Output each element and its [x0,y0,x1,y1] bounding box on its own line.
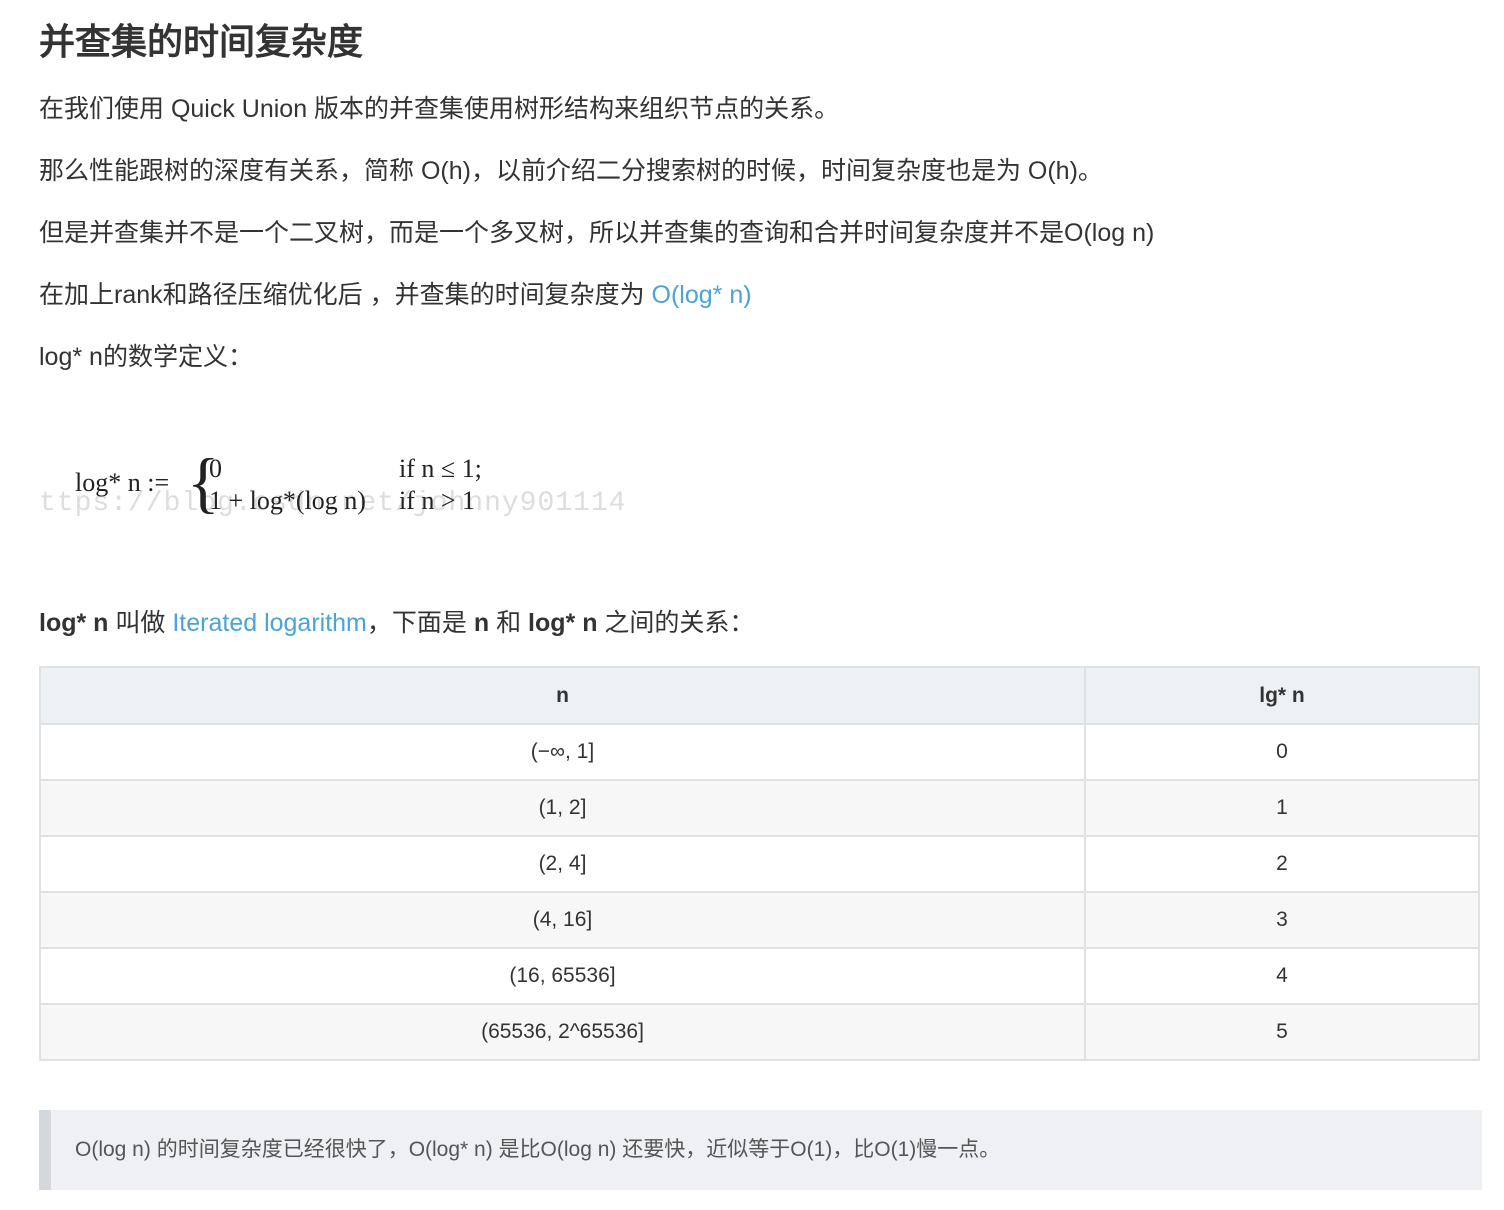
table-row: (1, 2] 1 [39,779,1480,837]
formula-case2-condition: if n > 1 [399,486,476,515]
paragraph-log-star-definition: log* n的数学定义： [39,343,253,371]
formula-case1-condition: if n ≤ 1; [399,454,482,483]
formula-lhs: log* n := [75,468,170,497]
table-row: (16, 65536] 4 [39,947,1480,1005]
table-header-lg-star-n: lg* n [1084,666,1480,725]
paragraph-rank-compression: 在加上rank和路径压缩优化后 ，并查集的时间复杂度为 O(log* n) [39,278,752,312]
term-log-star-n-2: log* n [528,609,598,637]
blockquote: O(log n) 的时间复杂度已经很快了，O(log* n) 是比O(log n… [39,1110,1482,1190]
table-cell-n: (1, 2] [39,779,1086,837]
paragraph-tree-depth: 那么性能跟树的深度有关系，简称 O(h)，以前介绍二分搜索树的时候，时间复杂度也… [39,157,1103,185]
term-log-star-n: log* n [39,609,109,637]
iterated-text-3: 和 [489,609,529,637]
table-cell-lg-star: 2 [1084,835,1480,893]
table-row: (65536, 2^65536] 5 [39,1003,1480,1061]
table-cell-lg-star: 5 [1084,1003,1480,1061]
table-cell-n: (2, 4] [39,835,1086,893]
paragraph-iterated-logarithm: log* n 叫做 Iterated logarithm，下面是 n 和 log… [39,606,754,640]
log-star-link[interactable]: O(log* n) [652,281,752,309]
table-cell-lg-star: 4 [1084,947,1480,1005]
iterated-text-4: 之间的关系： [597,609,755,637]
table-cell-n: (4, 16] [39,891,1086,949]
page-title: 并查集的时间复杂度 [39,21,364,62]
table-cell-n: (65536, 2^65536] [39,1003,1086,1061]
table-header-row: n lg* n [39,666,1480,725]
iterated-text-2: ，下面是 [366,609,474,637]
table-row: (2, 4] 2 [39,835,1480,893]
table-cell-lg-star: 0 [1084,723,1480,781]
log-star-table: n lg* n (−∞, 1] 0 (1, 2] 1 (2, 4] 2 (4, … [39,666,1480,1061]
iterated-logarithm-link[interactable]: Iterated logarithm [172,609,367,637]
table-row: (−∞, 1] 0 [39,723,1480,781]
table-cell-n: (−∞, 1] [39,723,1086,781]
formula-case2-value: 1 + log*(log n) [209,486,366,515]
log-star-formula-image: ttps://blog.csdn.net/johnny901114 log* n… [39,440,626,540]
iterated-text-1: 叫做 [108,609,173,637]
term-n: n [473,609,490,637]
table-row: (4, 16] 3 [39,891,1480,949]
table-cell-n: (16, 65536] [39,947,1086,1005]
paragraph-quick-union: 在我们使用 Quick Union 版本的并查集使用树形结构来组织节点的关系。 [39,95,840,123]
formula-case1-value: 0 [209,454,222,483]
table-cell-lg-star: 1 [1084,779,1480,837]
table-header-n: n [39,666,1086,725]
blockquote-text: O(log n) 的时间复杂度已经很快了，O(log* n) 是比O(log n… [75,1138,1001,1161]
table-cell-lg-star: 3 [1084,891,1480,949]
paragraph-multiway-tree: 但是并查集并不是一个二叉树，而是一个多叉树，所以并查集的查询和合并时间复杂度并不… [39,219,1155,247]
paragraph-rank-compression-text: 在加上rank和路径压缩优化后 ，并查集的时间复杂度为 [39,281,652,309]
